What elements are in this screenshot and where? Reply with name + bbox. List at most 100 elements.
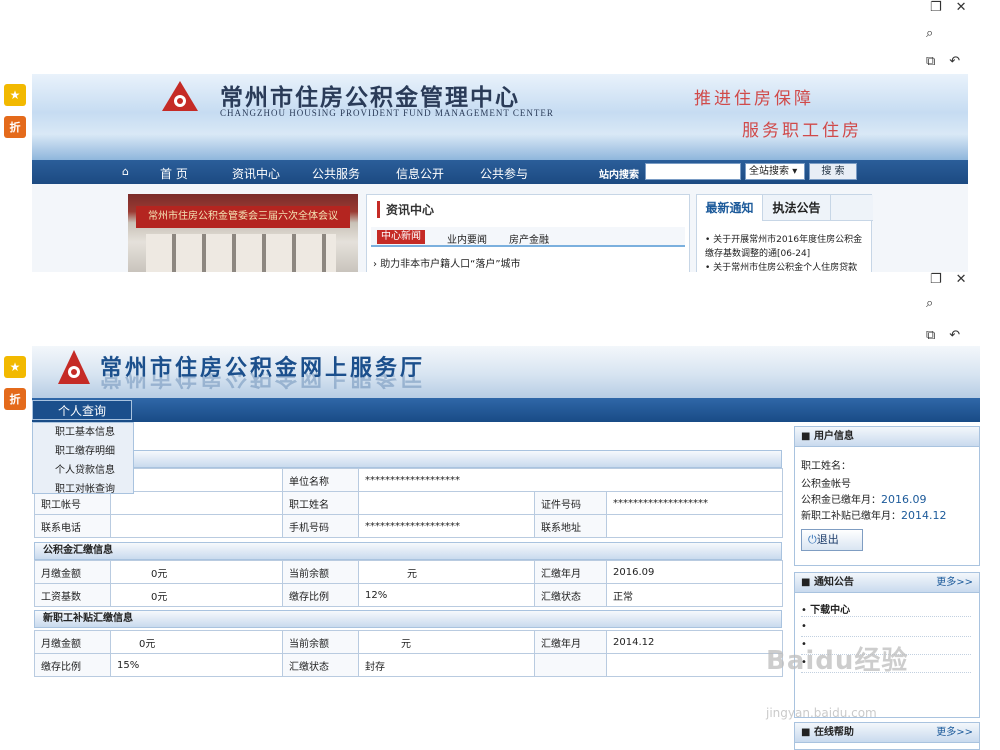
portal-title: 常州市住房公积金管理中心 xyxy=(220,84,520,111)
power-icon: ⏻ xyxy=(808,533,817,546)
photo-background xyxy=(146,234,336,272)
online-service-hall: 常州市住房公积金网上服务厅 常州市住房公积金网上服务厅 个人查询 职工基本信息 … xyxy=(32,346,980,750)
cell: ** xyxy=(110,468,283,492)
fund-logo-icon xyxy=(162,81,198,111)
hall-banner: 常州市住房公积金网上服务厅 常州市住房公积金网上服务厅 xyxy=(32,346,980,398)
nav-participation[interactable]: 公共参与 xyxy=(480,165,528,182)
square-icon-3: ■ xyxy=(801,727,811,738)
portal-nav: ⌂ 首 页 资讯中心 公共服务 信息公开 公共参与 站内搜索 全站搜索 ▾ 搜 … xyxy=(32,160,968,184)
tab-property-finance[interactable]: 房产金融 xyxy=(509,231,549,246)
favorite-star-icon[interactable]: ★ xyxy=(4,84,26,106)
cell xyxy=(606,514,783,538)
toolbar-icons-bottom: ⌕ xyxy=(926,296,933,311)
notice-item-2-text: • 关于常州市住房公积金个人住房贷款 xyxy=(705,263,858,272)
user-account-label: 公积金帐号 xyxy=(801,479,851,490)
search-scope-select[interactable]: 全站搜索 ▾ xyxy=(745,163,805,180)
window-controls-top: ❐ ✕ xyxy=(930,0,967,15)
copy-icon[interactable]: ⧉ xyxy=(926,54,935,69)
nav-news[interactable]: 资讯中心 xyxy=(232,165,280,182)
nav-services[interactable]: 公共服务 xyxy=(312,165,360,182)
tab-enforcement-notice[interactable]: 执法公告 xyxy=(763,195,831,221)
notice-board-header: ■ 通知公告 更多>> xyxy=(795,573,979,593)
search-input[interactable] xyxy=(645,163,741,180)
tab-industry-news[interactable]: 业内要闻 xyxy=(447,231,487,246)
hall-nav xyxy=(32,398,980,422)
nav-home[interactable]: 首 页 xyxy=(160,165,188,182)
online-help-title: 在线帮助 xyxy=(813,727,854,738)
cell: 15% xyxy=(110,653,283,677)
window-controls-bottom: ❐ ✕ xyxy=(930,272,967,287)
cell: 2014.12 xyxy=(606,630,783,654)
user-info-box: ■ 用户信息 职工姓名： 公积金帐号 公积金已缴年月：2016.09 新职工补贴… xyxy=(794,426,980,566)
slogan-1: 推进住房保障 xyxy=(694,89,814,109)
help-more-link[interactable]: 更多>> xyxy=(936,723,973,743)
cell: 缴存比例 xyxy=(34,653,111,677)
fund-logo-icon-2 xyxy=(58,350,90,384)
favorite-star-icon-2[interactable]: ★ xyxy=(4,356,26,378)
undo-icon-2[interactable]: ↶ xyxy=(949,328,960,343)
subsidy-paid-month: 新职工补贴已缴年月：2014.12 xyxy=(801,507,947,522)
cell: 0元 xyxy=(110,583,283,607)
news-item-text: 助力非本市户籍人口“落户”城市 xyxy=(380,259,521,270)
cell: ******************* xyxy=(358,468,783,492)
close-icon[interactable]: ✕ xyxy=(956,0,967,15)
restore-icon-2[interactable]: ❐ xyxy=(930,272,942,287)
cell: 手机号码 xyxy=(282,514,359,538)
cell: 证件号码 xyxy=(534,491,607,515)
section-basic-header xyxy=(34,450,782,468)
download-center-link: 下载中心 xyxy=(810,605,851,616)
news-center-title: 资讯中心 xyxy=(377,201,434,218)
zoom-icon-2[interactable]: ⌕ xyxy=(926,296,933,311)
tab-strip-filler xyxy=(831,195,873,221)
zoom-icon[interactable]: ⌕ xyxy=(926,26,933,41)
discount-icon[interactable]: 折 xyxy=(4,116,26,138)
square-icon-2: ■ xyxy=(801,577,811,588)
undo-icon[interactable]: ↶ xyxy=(949,54,960,69)
tab-latest-notice[interactable]: 最新通知 xyxy=(697,195,763,221)
nav-disclosure[interactable]: 信息公开 xyxy=(396,165,444,182)
table-row: 缴存比例 15% 汇缴状态 封存 xyxy=(34,653,783,677)
menu-deposit-detail[interactable]: 职工缴存明细 xyxy=(33,442,133,461)
portal-banner: 常州市住房公积金管理中心 CHANGZHOU HOUSING PROVIDENT… xyxy=(32,74,968,160)
notice-item[interactable]: • 关于开展常州市2016年度住房公积金缴存基数调整的通[06-24] • 关于常… xyxy=(705,233,869,272)
online-help-header: ■ 在线帮助 更多>> xyxy=(795,723,979,743)
cell: ******************* xyxy=(358,514,535,538)
tab-center-news[interactable]: 中心新闻 xyxy=(377,230,425,244)
list-item[interactable]: • 下载中心 xyxy=(801,601,971,617)
news-tabs: 中心新闻 业内要闻 房产金融 xyxy=(371,227,685,247)
table-row: 职工帐号 职工姓名 证件号码 ******************* xyxy=(34,491,783,515)
table-row: 月缴金额 0元 当前余额 元 汇缴年月 2016.09 xyxy=(34,560,783,584)
cell xyxy=(606,653,783,677)
home-icon[interactable]: ⌂ xyxy=(122,165,129,178)
list-item[interactable]: • xyxy=(801,621,971,637)
chevron-down-icon: ▾ xyxy=(792,166,798,177)
fund-paid-month: 公积金已缴年月：2016.09 xyxy=(801,491,927,506)
news-photo[interactable]: 常州市住房公积金管委会三届六次全体会议 xyxy=(128,194,358,272)
cell: 汇缴状态 xyxy=(282,653,359,677)
search-label: 站内搜索 xyxy=(599,170,639,181)
menu-loan-info[interactable]: 个人贷款信息 xyxy=(33,461,133,480)
section-fund-header: 公积金汇缴信息 xyxy=(34,542,782,560)
table-row: ** 单位名称 ******************* xyxy=(34,468,783,492)
table-row: 月缴金额 0元 当前余额 元 汇缴年月 2014.12 xyxy=(34,630,783,654)
cell xyxy=(534,653,607,677)
cell: 正常 xyxy=(606,583,783,607)
news-item[interactable]: › 助力非本市户籍人口“落户”城市 xyxy=(373,255,521,270)
notice-more-link[interactable]: 更多>> xyxy=(936,573,973,593)
personal-query-menu[interactable]: 个人查询 xyxy=(32,400,132,420)
discount-icon-2[interactable]: 折 xyxy=(4,388,26,410)
info-panel: ** 单位名称 ******************* 职工帐号 职工姓名 证件… xyxy=(34,428,783,748)
menu-basic-info[interactable]: 职工基本信息 xyxy=(33,423,133,442)
slogan-2: 服务职工住房 xyxy=(742,121,862,141)
copy-icon-2[interactable]: ⧉ xyxy=(926,328,935,343)
cell: 工资基数 xyxy=(34,583,111,607)
close-icon-2[interactable]: ✕ xyxy=(956,272,967,287)
logout-button[interactable]: ⏻退出 xyxy=(801,529,863,551)
portal-site: 常州市住房公积金管理中心 CHANGZHOU HOUSING PROVIDENT… xyxy=(32,74,968,272)
search-button[interactable]: 搜 索 xyxy=(809,163,857,180)
menu-statement-query[interactable]: 职工对帐查询 xyxy=(33,480,133,499)
news-center-box: 资讯中心 中心新闻 业内要闻 房产金融 › 助力非本市户籍人口“落户”城市 xyxy=(366,194,690,272)
subsidy-paid-label: 新职工补贴已缴年月： xyxy=(801,511,901,522)
cell: 当前余额 xyxy=(282,560,359,584)
restore-icon[interactable]: ❐ xyxy=(930,0,942,15)
